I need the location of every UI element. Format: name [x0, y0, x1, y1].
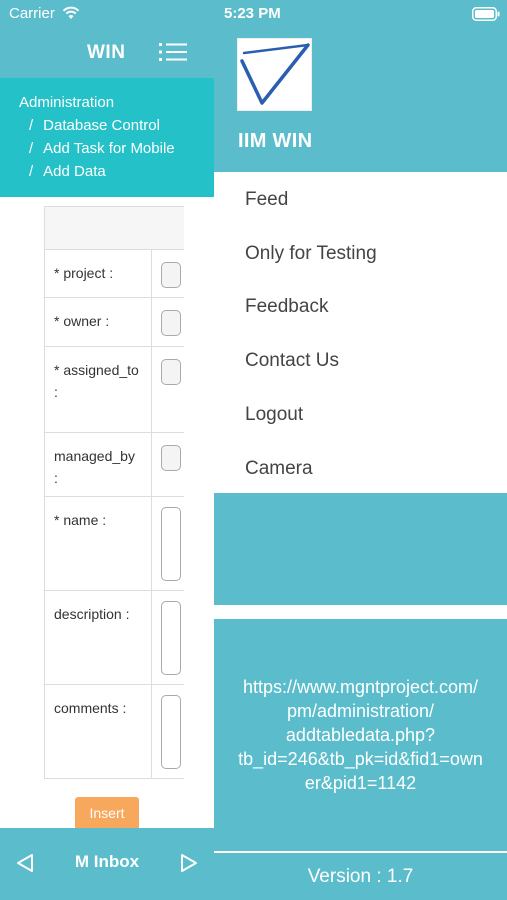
insert-button[interactable]: Insert: [75, 797, 139, 830]
menu-item-camera[interactable]: Camera: [245, 458, 313, 480]
status-bar-left: Carrier: [0, 0, 214, 28]
app-name: IIM WIN: [238, 130, 313, 152]
breadcrumb-item[interactable]: / Add Data: [29, 163, 106, 180]
field-label: * owner :: [45, 298, 152, 346]
name-textarea[interactable]: [161, 507, 181, 581]
next-arrow-icon[interactable]: [180, 853, 198, 878]
logo-check-icon: [240, 43, 310, 105]
form-row-managed-by: managed_by :: [45, 433, 184, 497]
field-label: description :: [45, 591, 152, 684]
battery-icon: [472, 7, 500, 26]
menu-item-feed[interactable]: Feed: [245, 189, 288, 211]
page-title: WIN: [87, 42, 126, 63]
menu-item-contact-us[interactable]: Contact Us: [245, 350, 339, 372]
add-data-form: * project : * owner : * assigned_to : ma…: [44, 206, 184, 779]
breadcrumb-root[interactable]: Administration: [19, 94, 114, 111]
form-row-description: description :: [45, 591, 184, 685]
project-select[interactable]: [161, 262, 181, 288]
menu-item-logout[interactable]: Logout: [245, 404, 303, 426]
url-line: https://www.mgntproject.com/: [242, 677, 479, 697]
form-header-row: [45, 207, 184, 250]
field-label: * name :: [45, 497, 152, 590]
bottom-toolbar: M Inbox: [0, 828, 214, 900]
comments-textarea[interactable]: [161, 695, 181, 769]
main-page: Carrier WIN Administration / Database Con…: [0, 0, 214, 900]
breadcrumb-separator: /: [29, 140, 34, 157]
form-row-owner: * owner :: [45, 298, 184, 347]
side-drawer: 5:23 PM IIM WIN Feed Only for Testing Fe…: [214, 0, 507, 900]
carrier-label: Carrier: [9, 5, 55, 22]
app-logo: [237, 38, 312, 111]
hamburger-menu-icon[interactable]: [158, 40, 188, 69]
url-display: https://www.mgntproject.com/ pm/administ…: [214, 617, 507, 853]
field-label: managed_by :: [45, 433, 152, 496]
wifi-icon: [62, 6, 80, 25]
current-url: https://www.mgntproject.com/ pm/administ…: [214, 675, 507, 795]
breadcrumb-separator: /: [29, 117, 34, 134]
breadcrumb-separator: /: [29, 163, 34, 180]
managed-by-select[interactable]: [161, 445, 181, 471]
drawer-menu: Feed Only for Testing Feedback Contact U…: [214, 172, 507, 493]
version-label: Version : 1.7: [307, 866, 414, 887]
url-line: addtabledata.php?: [285, 725, 436, 745]
assigned-to-select[interactable]: [161, 359, 181, 385]
description-textarea[interactable]: [161, 601, 181, 675]
top-navbar: WIN: [0, 28, 214, 78]
form-row-assigned-to: * assigned_to :: [45, 347, 184, 433]
breadcrumb-item-label: Add Data: [43, 163, 106, 180]
version-divider: [214, 851, 507, 853]
url-line: tb_id=246&tb_pk=id&fid1=own: [238, 749, 483, 769]
menu-item-only-for-testing[interactable]: Only for Testing: [245, 243, 377, 265]
field-label: * assigned_to :: [45, 347, 152, 432]
breadcrumb-item[interactable]: / Add Task for Mobile: [29, 140, 175, 157]
breadcrumb-item[interactable]: / Database Control: [29, 117, 160, 134]
field-label: comments :: [45, 685, 152, 778]
form-row-project: * project :: [45, 250, 184, 298]
breadcrumb-item-label: Database Control: [43, 117, 160, 134]
form-row-comments: comments :: [45, 685, 184, 779]
menu-item-feedback[interactable]: Feedback: [245, 296, 328, 318]
url-line: pm/administration/: [286, 701, 435, 721]
status-time: 5:23 PM: [224, 5, 281, 22]
breadcrumb-item-label: Add Task for Mobile: [43, 140, 175, 157]
url-line: er&pid1=1142: [304, 773, 417, 793]
breadcrumb: Administration / Database Control / Add Ta…: [0, 78, 214, 197]
field-label: * project :: [45, 250, 152, 297]
form-row-name: * name :: [45, 497, 184, 591]
owner-select[interactable]: [161, 310, 181, 336]
